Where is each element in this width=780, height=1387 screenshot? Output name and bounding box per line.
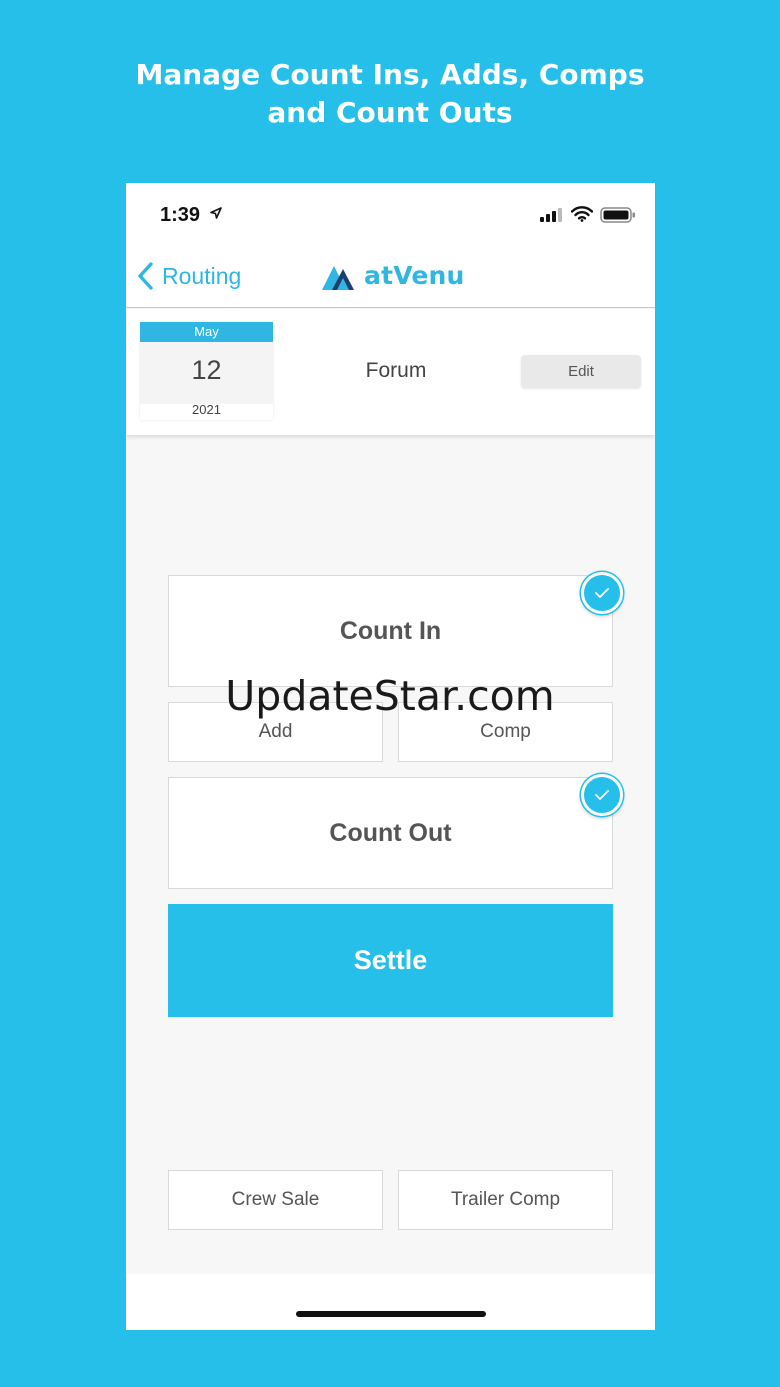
wifi-icon: [571, 206, 593, 222]
count-out-button[interactable]: Count Out: [168, 777, 613, 889]
event-header: May 12 2021 Forum Edit: [126, 309, 655, 435]
app-logo-text: atVenu: [364, 261, 465, 290]
date-day: 12: [140, 342, 273, 404]
promo-line-1: Manage Count Ins, Adds, Comps: [135, 58, 645, 91]
home-indicator[interactable]: [296, 1311, 486, 1317]
crew-sale-button[interactable]: Crew Sale: [168, 1170, 383, 1230]
count-in-check-icon: [581, 572, 623, 614]
home-indicator-area: [126, 1274, 655, 1330]
count-in-button[interactable]: Count In: [168, 575, 613, 687]
date-year: 2021: [192, 402, 221, 417]
promo-heading: Manage Count Ins, Adds, Comps and Count …: [0, 56, 780, 132]
edit-button[interactable]: Edit: [521, 355, 641, 388]
back-button[interactable]: Routing: [136, 259, 241, 293]
settle-button[interactable]: Settle: [168, 904, 613, 1017]
status-bar: 1:39: [126, 183, 655, 243]
trailer-comp-button[interactable]: Trailer Comp: [398, 1170, 613, 1230]
phone-screen: 1:39 Routing atVenu May 12 2021 Forum Ed…: [126, 183, 655, 1330]
back-label: Routing: [162, 262, 242, 289]
navigation-bar: Routing atVenu: [126, 243, 655, 308]
status-time: 1:39: [160, 204, 201, 226]
venue-name: Forum: [365, 359, 427, 382]
chevron-left-icon: [138, 262, 153, 290]
count-out-check-icon: [581, 774, 623, 816]
comp-button[interactable]: Comp: [398, 702, 613, 762]
date-month: May: [140, 322, 273, 342]
add-button[interactable]: Add: [168, 702, 383, 762]
app-logo: atVenu: [322, 261, 465, 290]
battery-icon: [600, 207, 635, 223]
location-arrow-icon: [210, 207, 222, 219]
promo-line-2: and Count Outs: [267, 96, 513, 129]
signal-icon: [540, 208, 562, 222]
atvenu-logo-icon: [322, 265, 354, 290]
event-date-card: May 12 2021: [140, 322, 273, 420]
